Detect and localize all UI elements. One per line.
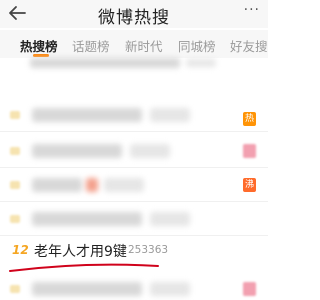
- list-item[interactable]: 热: [0, 102, 268, 132]
- blurred-emoji: [86, 178, 98, 192]
- list-item[interactable]: [0, 272, 268, 300]
- badge: [243, 144, 256, 158]
- blurred-count: [186, 59, 216, 67]
- tab-topics[interactable]: 话题榜: [72, 36, 110, 55]
- list-item[interactable]: [0, 202, 268, 236]
- blurred-title: [32, 282, 142, 296]
- top-bar: 微博热搜 ···: [0, 0, 268, 28]
- blurred-title: [30, 58, 180, 68]
- blurred-rank: [10, 181, 20, 189]
- blurred-rank: [10, 147, 20, 155]
- badge: [243, 282, 256, 296]
- tab-local[interactable]: 同城榜: [178, 36, 216, 55]
- list-item[interactable]: [0, 134, 268, 168]
- tab-friends[interactable]: 好友搜: [230, 36, 268, 55]
- blurred-count: [150, 212, 190, 226]
- tab-hot-search[interactable]: 热搜榜: [20, 36, 58, 55]
- more-dots-icon[interactable]: ···: [244, 2, 260, 18]
- active-tab-indicator: [33, 54, 49, 57]
- list-item[interactable]: 沸: [0, 168, 268, 202]
- tab-new-era[interactable]: 新时代: [125, 36, 163, 55]
- list-item[interactable]: [0, 58, 268, 74]
- rank-number: 12: [12, 243, 29, 257]
- blurred-count: [130, 144, 170, 158]
- blurred-title: [32, 178, 82, 192]
- hot-badge: 热: [243, 112, 256, 126]
- boil-badge: 沸: [243, 178, 256, 192]
- page-title: 微博热搜: [98, 8, 170, 28]
- blurred-title: [32, 144, 122, 158]
- blurred-rank: [10, 215, 20, 223]
- blurred-count: [104, 178, 144, 192]
- blurred-title: [32, 212, 142, 226]
- search-count: 253363: [128, 244, 169, 256]
- trend-title[interactable]: 老年人才用9键: [34, 241, 127, 261]
- blurred-rank: [10, 285, 20, 293]
- blurred-count: [150, 282, 190, 296]
